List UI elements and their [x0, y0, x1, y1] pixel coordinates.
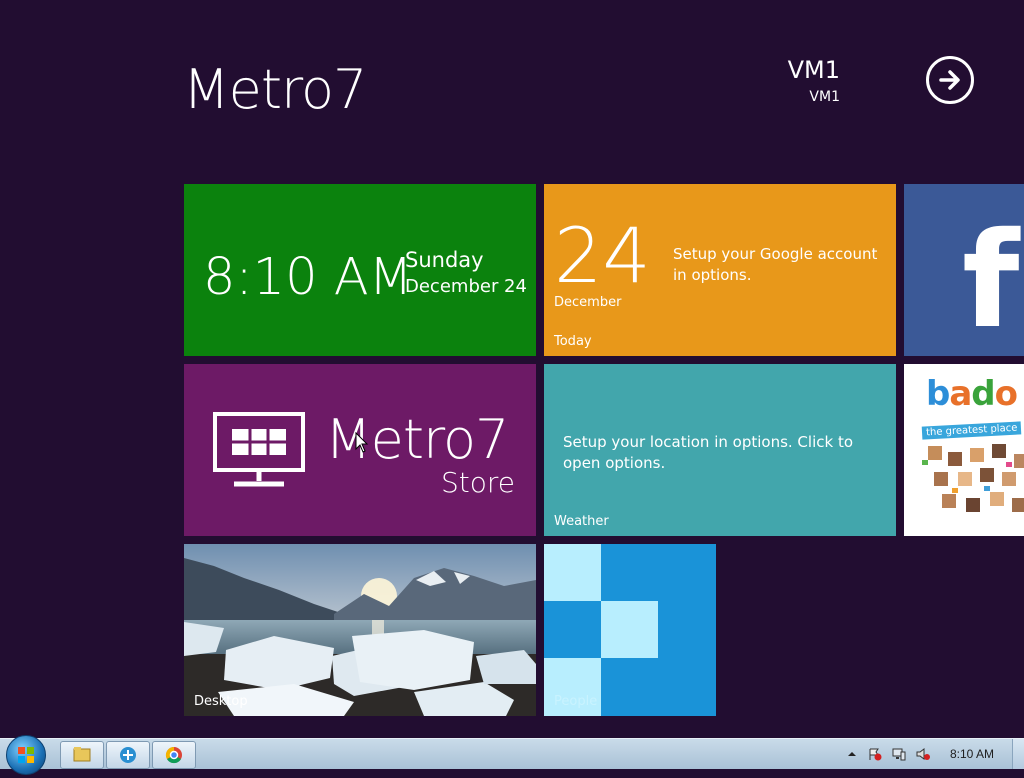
start-button[interactable] — [6, 735, 46, 775]
people-label: People — [554, 694, 598, 709]
calendar-message: Setup your Google account in options. — [673, 245, 878, 284]
network-icon[interactable] — [892, 747, 906, 761]
user-name: VM1 — [787, 56, 840, 84]
user-account[interactable]: VM1 VM1 — [788, 56, 840, 106]
taskbar: 8:10 AM — [0, 735, 1024, 775]
facebook-logo: f — [962, 204, 1020, 356]
volume-muted-icon[interactable] — [916, 747, 930, 761]
badoo-photos-image — [922, 444, 1024, 512]
desktop-label: Desktop — [194, 694, 248, 709]
clock-date: December 24 — [405, 276, 527, 297]
weather-tile[interactable]: Setup your location in options. Click to… — [544, 364, 896, 536]
calendar-day-number: 24 — [554, 211, 651, 300]
action-center-icon[interactable] — [868, 747, 882, 761]
taskbar-metro7-button[interactable] — [106, 741, 150, 769]
calendar-month: December — [554, 295, 622, 310]
taskbar-explorer-button[interactable] — [60, 741, 104, 769]
app-title: Metro7 — [183, 58, 367, 121]
badoo-logo: bado — [926, 374, 1018, 414]
calendar-label: Today — [554, 334, 592, 349]
mouse-cursor-icon — [355, 432, 369, 453]
signout-button[interactable] — [926, 56, 974, 104]
arrow-right-circle-icon — [939, 70, 960, 90]
people-logo-icon — [544, 544, 658, 716]
store-tile[interactable]: Metro7 Store — [184, 364, 536, 536]
desktop-tile[interactable]: Desktop — [184, 544, 536, 716]
weather-message: Setup your location in options. Click to… — [563, 433, 854, 472]
chrome-icon — [165, 746, 182, 764]
facebook-tile[interactable]: f — [904, 184, 1024, 356]
show-desktop-button[interactable] — [1012, 739, 1024, 769]
windows-logo-icon — [18, 747, 34, 763]
desktop-wallpaper-image — [184, 544, 536, 716]
clock-day: Sunday — [405, 248, 484, 272]
people-tile[interactable]: People — [544, 544, 716, 716]
explorer-icon — [73, 747, 91, 762]
clock-tile[interactable]: 8:10 AM Sunday December 24 — [184, 184, 536, 356]
clock-time: 8:10 AM — [203, 248, 413, 307]
show-hidden-icons-icon[interactable] — [845, 747, 859, 761]
taskbar-chrome-button[interactable] — [152, 741, 196, 769]
store-subtitle: Store — [441, 466, 516, 499]
monitor-icon — [213, 412, 305, 487]
weather-label: Weather — [554, 514, 609, 529]
badoo-tile[interactable]: bado the greatest place — [904, 364, 1024, 536]
badoo-tagline: the greatest place — [921, 421, 1022, 440]
user-subtitle: VM1 — [809, 89, 840, 105]
taskbar-clock[interactable]: 8:10 AM — [950, 747, 994, 761]
calendar-tile[interactable]: 24 December Setup your Google account in… — [544, 184, 896, 356]
store-title: Metro7 — [325, 408, 509, 471]
metro7-icon — [120, 747, 136, 763]
